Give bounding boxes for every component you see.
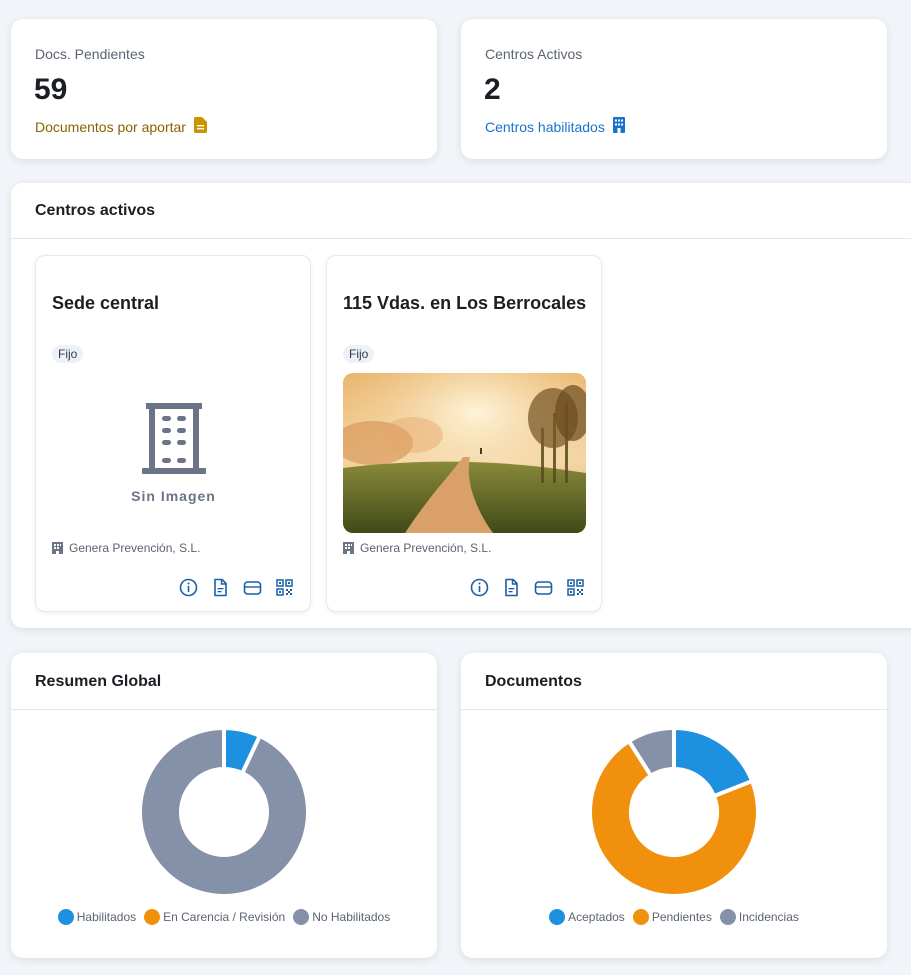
legend-item[interactable]: Incidencias bbox=[719, 909, 799, 925]
legend-item[interactable]: Aceptados bbox=[549, 909, 625, 925]
legend-label: En Carencia / Revisión bbox=[163, 910, 286, 924]
centro-card-berrocales[interactable]: 115 Vdas. en Los Berrocales Fijo Genera … bbox=[326, 255, 602, 612]
legend-item[interactable]: En Carencia / Revisión bbox=[144, 909, 285, 925]
legend-label: Incidencias bbox=[738, 910, 799, 924]
legend-label: Aceptados bbox=[568, 910, 625, 924]
documentos-donut-chart bbox=[588, 725, 760, 898]
centros-activos-card: Centros Activos 2 Centros habilitados bbox=[461, 19, 887, 159]
company-name: Genera Prevención, S.L. bbox=[69, 541, 201, 555]
stat-label: Docs. Pendientes bbox=[35, 46, 145, 62]
stat-subtitle: Documentos por aportar bbox=[35, 118, 186, 135]
centro-name: Sede central bbox=[52, 293, 160, 313]
qr-code-icon[interactable] bbox=[566, 578, 585, 597]
company-info: Genera Prevención, S.L. bbox=[52, 541, 200, 555]
image-placeholder: Sin Imagen bbox=[52, 373, 295, 533]
company-name: Genera Prevención, S.L. bbox=[360, 541, 492, 555]
stat-value: 59 bbox=[34, 73, 68, 106]
legend-swatch bbox=[719, 909, 736, 925]
centro-type-badge: Fijo bbox=[52, 345, 84, 363]
legend-label: Pendientes bbox=[651, 910, 712, 924]
legend-item[interactable]: Habilitados bbox=[57, 909, 137, 925]
centro-actions bbox=[179, 578, 294, 597]
legend-item[interactable]: No Habilitados bbox=[293, 909, 390, 925]
section-title: Centros activos bbox=[35, 202, 156, 219]
documentos-por-aportar-link[interactable]: Documentos por aportar bbox=[35, 117, 207, 136]
legend-swatch bbox=[293, 909, 310, 925]
legend-swatch bbox=[632, 909, 649, 925]
legend-label: No Habilitados bbox=[312, 910, 391, 924]
chart-title: Documentos bbox=[485, 673, 582, 690]
building-outline-icon bbox=[141, 403, 206, 474]
info-icon[interactable] bbox=[470, 578, 489, 597]
centros-activos-section: Centros activos Sede central Fijo Sin Im… bbox=[11, 183, 911, 628]
centro-name: 115 Vdas. en Los Berrocales bbox=[343, 293, 587, 313]
donut-slice-no-habilitados[interactable] bbox=[138, 725, 310, 898]
resumen-global-card: Resumen Global Habilitados En Carencia / … bbox=[11, 653, 437, 958]
chart-title: Resumen Global bbox=[35, 673, 162, 690]
docs-pendientes-card: Docs. Pendientes 59 Documentos por aport… bbox=[11, 19, 437, 159]
legend-label: Habilitados bbox=[76, 910, 137, 924]
stat-label: Centros Activos bbox=[485, 46, 583, 62]
legend-swatch bbox=[549, 909, 566, 925]
divider bbox=[11, 238, 911, 239]
chart-legend: Habilitados En Carencia / Revisión No Habi… bbox=[11, 909, 437, 925]
legend-swatch bbox=[144, 909, 161, 925]
building-icon bbox=[612, 117, 626, 136]
resumen-donut-chart bbox=[138, 725, 310, 898]
no-image-label: Sin Imagen bbox=[131, 488, 216, 504]
centro-card-sede-central[interactable]: Sede central Fijo Sin Imagen Genera Prev… bbox=[35, 255, 311, 612]
info-icon[interactable] bbox=[179, 578, 198, 597]
legend-swatch bbox=[57, 909, 74, 925]
centros-habilitados-link[interactable]: Centros habilitados bbox=[485, 117, 626, 136]
document-icon[interactable] bbox=[211, 578, 230, 597]
document-icon[interactable] bbox=[502, 578, 521, 597]
company-info: Genera Prevención, S.L. bbox=[343, 541, 491, 555]
folder-icon[interactable] bbox=[243, 578, 262, 597]
chart-legend: Aceptados Pendientes Incidencias bbox=[461, 909, 887, 925]
building-icon bbox=[343, 542, 354, 554]
document-icon bbox=[193, 117, 207, 136]
centro-type-badge: Fijo bbox=[343, 345, 375, 363]
centro-photo bbox=[343, 373, 586, 533]
stat-subtitle: Centros habilitados bbox=[485, 118, 605, 135]
centro-actions bbox=[470, 578, 585, 597]
folder-icon[interactable] bbox=[534, 578, 553, 597]
legend-item[interactable]: Pendientes bbox=[632, 909, 712, 925]
documentos-card: Documentos Aceptados Pendientes Incidencia… bbox=[461, 653, 887, 958]
stat-value: 2 bbox=[484, 73, 501, 106]
qr-code-icon[interactable] bbox=[275, 578, 294, 597]
building-icon bbox=[52, 542, 63, 554]
